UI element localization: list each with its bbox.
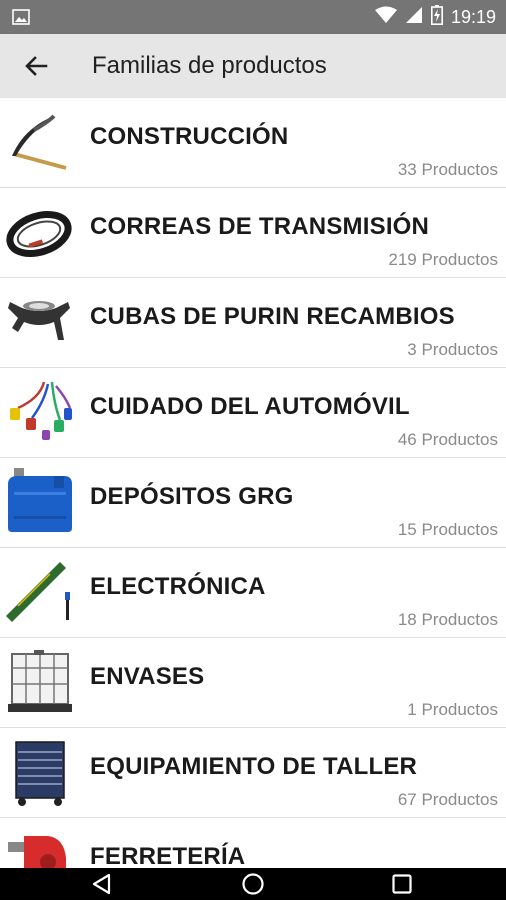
family-item-correas[interactable]: CORREAS DE TRANSMISIÓN 219 Productos xyxy=(0,188,506,278)
family-name: CUBAS DE PURIN RECAMBIOS xyxy=(90,303,455,330)
family-name: ELECTRÓNICA xyxy=(90,573,266,600)
family-product-count: 46 Productos xyxy=(397,430,498,449)
family-name: FERRETERÍA xyxy=(90,843,246,868)
family-name: EQUIPAMIENTO DE TALLER xyxy=(90,753,418,780)
industrial-plug-icon xyxy=(4,828,74,868)
family-product-count: 1 Productos xyxy=(407,700,498,719)
family-product-count: 18 Productos xyxy=(397,610,498,629)
nav-back-icon[interactable] xyxy=(90,872,114,896)
nav-recents-icon[interactable] xyxy=(390,872,414,896)
family-item-equipamiento-taller[interactable]: EQUIPAMIENTO DE TALLER 67 Productos xyxy=(0,728,506,818)
family-product-count: 33 Productos xyxy=(397,160,498,179)
family-list: CONSTRUCCIÓN 33 Productos CORREAS DE TRA… xyxy=(0,98,506,868)
tool-cabinet-icon xyxy=(4,738,74,808)
drive-belt-icon xyxy=(4,198,74,268)
family-product-count: 15 Productos xyxy=(397,520,498,539)
jumper-cables-icon xyxy=(4,378,74,448)
family-item-depositos-grg[interactable]: DEPÓSITOS GRG 15 Productos xyxy=(0,458,506,548)
family-product-count: 67 Productos xyxy=(397,790,498,809)
jerrycan-icon xyxy=(4,468,74,538)
app-toolbar: Familias de productos xyxy=(0,34,506,98)
battery-icon xyxy=(430,4,443,30)
back-arrow-icon[interactable] xyxy=(22,52,50,80)
status-icons: 19:19 xyxy=(374,0,496,34)
nav-home-icon[interactable] xyxy=(241,872,265,896)
family-item-electronica[interactable]: ELECTRÓNICA 18 Productos xyxy=(0,548,506,638)
family-item-cubas[interactable]: CUBAS DE PURIN RECAMBIOS 3 Productos xyxy=(0,278,506,368)
family-name: CORREAS DE TRANSMISIÓN xyxy=(90,213,430,240)
wifi-icon xyxy=(374,6,397,29)
cellular-signal-icon xyxy=(405,6,423,29)
slurry-tank-part-icon xyxy=(4,288,74,358)
family-name: ENVASES xyxy=(90,663,205,690)
family-name: DEPÓSITOS GRG xyxy=(90,483,294,510)
family-item-envases[interactable]: ENVASES 1 Productos xyxy=(0,638,506,728)
family-name: CUIDADO DEL AUTOMÓVIL xyxy=(90,393,410,420)
page-title: Familias de productos xyxy=(92,52,327,79)
family-item-ferreteria[interactable]: FERRETERÍA xyxy=(0,818,506,868)
ibc-container-icon xyxy=(4,648,74,718)
family-item-construccion[interactable]: CONSTRUCCIÓN 33 Productos xyxy=(0,98,506,188)
family-item-cuidado-automovil[interactable]: CUIDADO DEL AUTOMÓVIL 46 Productos xyxy=(0,368,506,458)
status-bar: 19:19 xyxy=(0,0,506,34)
family-product-count: 3 Productos xyxy=(407,340,498,359)
family-product-count: 219 Productos xyxy=(388,250,498,269)
system-navigation-bar xyxy=(0,868,506,900)
electronic-tester-icon xyxy=(4,558,74,628)
pickaxe-icon xyxy=(4,108,74,178)
image-notification-icon xyxy=(12,9,30,30)
family-name: CONSTRUCCIÓN xyxy=(90,123,289,150)
status-time: 19:19 xyxy=(450,6,496,27)
